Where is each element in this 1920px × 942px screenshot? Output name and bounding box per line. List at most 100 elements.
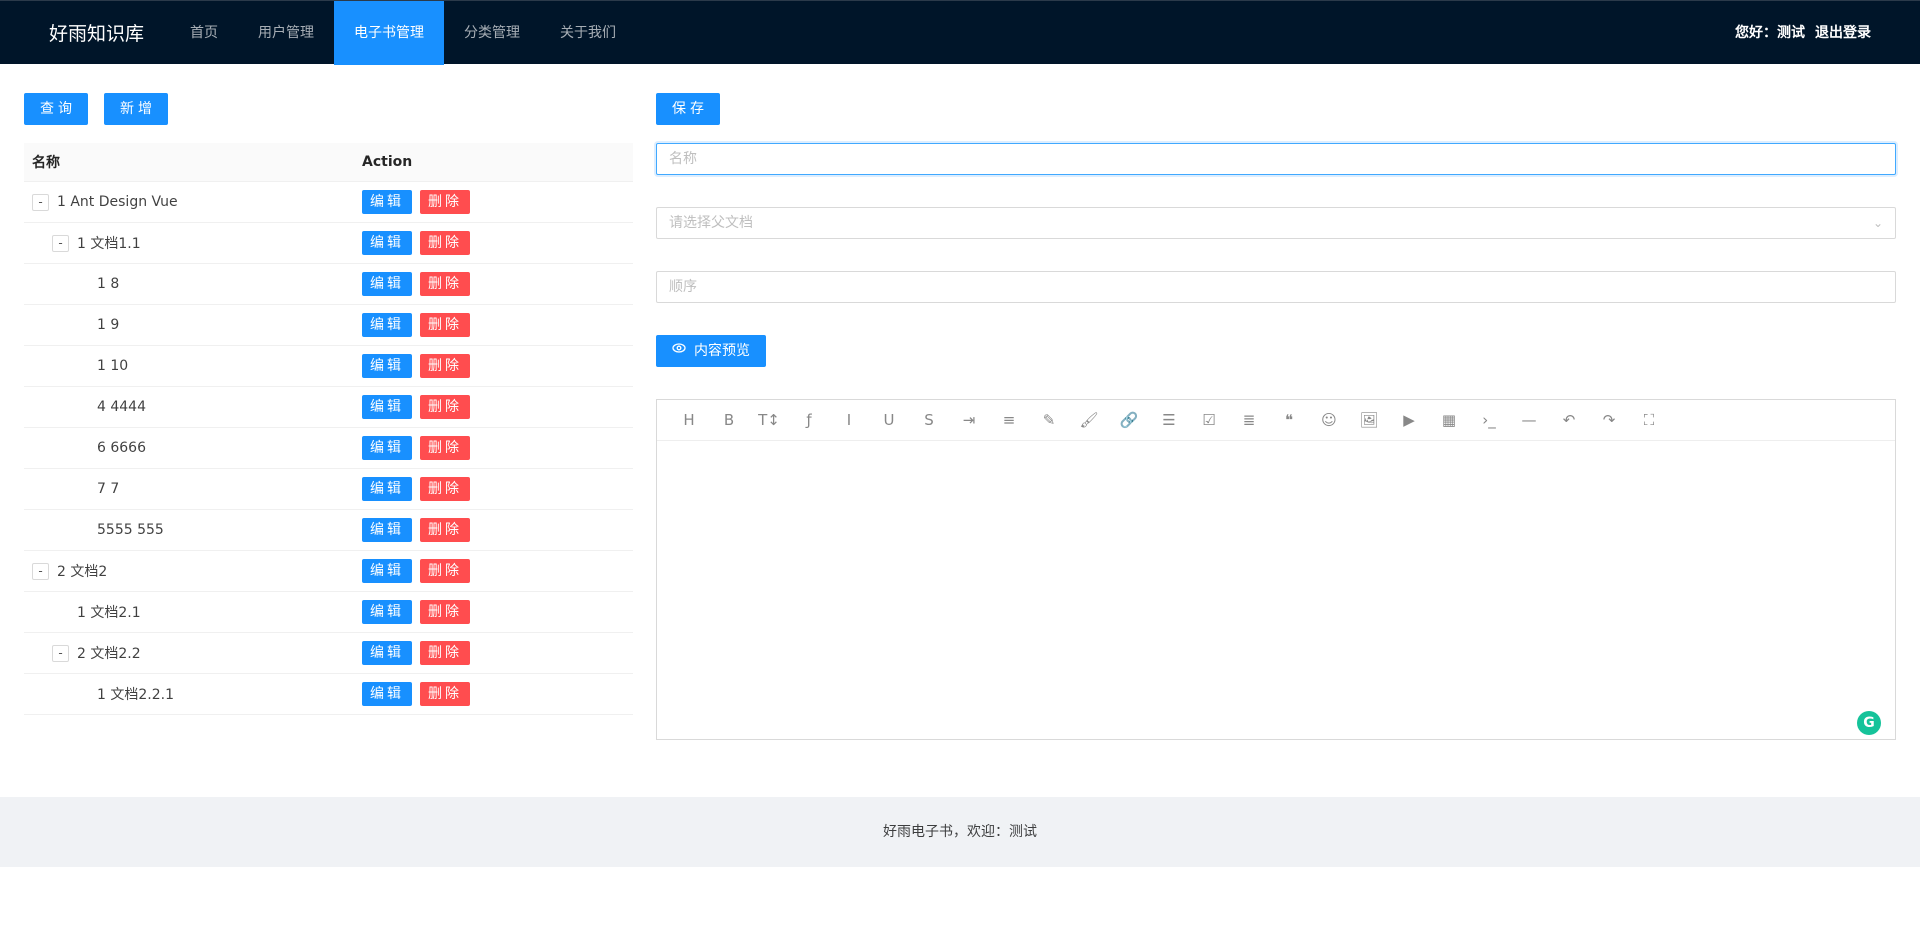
delete-button[interactable]: 删除 — [420, 395, 470, 419]
row-action-cell: 编辑 删除 — [362, 190, 470, 214]
strikethrough-icon[interactable]: S — [909, 411, 949, 429]
row-action-cell: 编辑 删除 — [362, 313, 470, 337]
table-row: -2 文档2.2 编辑 删除 — [24, 633, 633, 674]
edit-button[interactable]: 编辑 — [362, 477, 412, 501]
row-name-cell: 1 10 — [24, 358, 362, 374]
row-name-label: 1 文档2.2.1 — [97, 687, 174, 703]
row-name-cell: -1 文档1.1 — [24, 233, 362, 253]
delete-button[interactable]: 删除 — [420, 190, 470, 214]
bold-icon[interactable]: B — [709, 411, 749, 429]
edit-button[interactable]: 编辑 — [362, 641, 412, 665]
site-logo[interactable]: 好雨知识库 — [49, 19, 144, 46]
edit-button[interactable]: 编辑 — [362, 190, 412, 214]
collapse-icon[interactable]: - — [52, 644, 69, 662]
table-row: -1 文档1.1 编辑 删除 — [24, 223, 633, 264]
query-button[interactable]: 查询 — [24, 93, 88, 125]
delete-button[interactable]: 删除 — [420, 682, 470, 706]
font-icon[interactable]: ƒ — [789, 411, 829, 429]
logout-link[interactable]: 退出登录 — [1815, 1, 1871, 65]
table-row: 1 文档2.1 编辑 删除 — [24, 592, 633, 633]
edit-button[interactable]: 编辑 — [362, 231, 412, 255]
user-area: 您好：测试 退出登录 — [1735, 1, 1871, 65]
footer-text: 好雨电子书，欢迎：测试 — [883, 824, 1037, 840]
edit-button[interactable]: 编辑 — [362, 600, 412, 624]
brush-icon[interactable]: 🖌 — [1069, 411, 1109, 429]
table-row: 1 9 编辑 删除 — [24, 305, 633, 346]
align-icon[interactable]: ≡ — [989, 411, 1029, 429]
checkbox-icon[interactable]: ☑ — [1189, 411, 1229, 429]
sort-input[interactable]: 顺序 — [656, 271, 1896, 303]
parent-doc-select[interactable]: 请选择父文档 ⌄ — [656, 207, 1896, 239]
row-name-label: 4 4444 — [97, 399, 146, 415]
indent-icon[interactable]: ⇥ — [949, 411, 989, 429]
italic-icon[interactable]: I — [829, 411, 869, 429]
hr-icon[interactable]: — — [1509, 411, 1549, 429]
row-action-cell: 编辑 删除 — [362, 272, 470, 296]
delete-button[interactable]: 删除 — [420, 231, 470, 255]
collapse-icon[interactable]: - — [32, 193, 49, 211]
delete-button[interactable]: 删除 — [420, 641, 470, 665]
eye-icon — [672, 335, 686, 367]
name-input[interactable]: 名称 — [656, 143, 1896, 175]
nav-item[interactable]: 电子书管理 — [334, 1, 444, 65]
delete-button[interactable]: 删除 — [420, 477, 470, 501]
code-icon[interactable]: ›_ — [1469, 411, 1509, 429]
main-nav: 首页 用户管理 电子书管理 分类管理 关于我们 — [170, 1, 636, 65]
delete-button[interactable]: 删除 — [420, 272, 470, 296]
delete-button[interactable]: 删除 — [420, 518, 470, 542]
edit-button[interactable]: 编辑 — [362, 518, 412, 542]
edit-button[interactable]: 编辑 — [362, 559, 412, 583]
grammarly-icon[interactable]: G — [1857, 711, 1881, 735]
table-icon[interactable]: ▦ — [1429, 411, 1469, 429]
top-header: 好雨知识库 首页 用户管理 电子书管理 分类管理 关于我们 您好：测试 退出登录 — [0, 0, 1920, 65]
doc-tree-table: 名称 Action -1 Ant Design Vue 编辑 删除 -1 文档1.1 编… — [24, 143, 633, 715]
markdown-editor[interactable]: H B T↕ ƒ I U S ⇥ ≡ ✎ 🖌 🔗 ☰ ☑ ≣ ❝ ☺ 🖼 ▶ ▦ ›_ — ↶ ↷ ⛶ G — [656, 399, 1896, 740]
video-icon[interactable]: ▶ — [1389, 411, 1429, 429]
nav-item[interactable]: 分类管理 — [444, 1, 540, 65]
table-row: 5555 555 编辑 删除 — [24, 510, 633, 551]
editor-toolbar: H B T↕ ƒ I U S ⇥ ≡ ✎ 🖌 🔗 ☰ ☑ ≣ ❝ ☺ 🖼 ▶ ▦ ›_ — ↶ ↷ ⛶ — [657, 400, 1895, 441]
table-header: 名称 Action — [24, 143, 633, 182]
delete-button[interactable]: 删除 — [420, 313, 470, 337]
underline-icon[interactable]: U — [869, 411, 909, 429]
row-name-label: 1 10 — [97, 358, 129, 374]
fullscreen-icon[interactable]: ⛶ — [1629, 411, 1669, 429]
row-name-label: 2 文档2 — [57, 564, 108, 580]
edit-button[interactable]: 编辑 — [362, 313, 412, 337]
row-name-label: 1 文档1.1 — [77, 236, 141, 252]
collapse-icon[interactable]: - — [32, 562, 49, 580]
row-name-label: 1 8 — [97, 276, 120, 292]
edit-button[interactable]: 编辑 — [362, 682, 412, 706]
add-button[interactable]: 新增 — [104, 93, 168, 125]
edit-button[interactable]: 编辑 — [362, 436, 412, 460]
content-preview-label: 内容预览 — [694, 343, 750, 359]
row-name-cell: -2 文档2 — [24, 561, 362, 581]
save-button[interactable]: 保存 — [656, 93, 720, 125]
delete-button[interactable]: 删除 — [420, 354, 470, 378]
table-row: 4 4444 编辑 删除 — [24, 387, 633, 428]
emoji-icon[interactable]: ☺ — [1309, 411, 1349, 429]
image-icon[interactable]: 🖼 — [1349, 411, 1389, 429]
delete-button[interactable]: 删除 — [420, 600, 470, 624]
nav-item[interactable]: 关于我们 — [540, 1, 636, 65]
nav-item[interactable]: 首页 — [170, 1, 238, 65]
undo-icon[interactable]: ↶ — [1549, 411, 1589, 429]
pen-icon[interactable]: ✎ — [1029, 411, 1069, 429]
list-icon[interactable]: ☰ — [1149, 411, 1189, 429]
link-icon[interactable]: 🔗 — [1109, 411, 1149, 429]
edit-button[interactable]: 编辑 — [362, 395, 412, 419]
edit-button[interactable]: 编辑 — [362, 354, 412, 378]
title-size-icon[interactable]: T↕ — [749, 411, 789, 429]
table-row: -1 Ant Design Vue 编辑 删除 — [24, 182, 633, 223]
edit-button[interactable]: 编辑 — [362, 272, 412, 296]
row-name-cell: -1 Ant Design Vue — [24, 193, 362, 211]
quote-icon[interactable]: ❝ — [1269, 411, 1309, 429]
content-preview-button[interactable]: 内容预览 — [656, 335, 766, 367]
delete-button[interactable]: 删除 — [420, 559, 470, 583]
collapse-icon[interactable]: - — [52, 234, 69, 252]
nav-item[interactable]: 用户管理 — [238, 1, 334, 65]
paragraph-icon[interactable]: ≣ — [1229, 411, 1269, 429]
header-icon[interactable]: H — [669, 411, 709, 429]
redo-icon[interactable]: ↷ — [1589, 411, 1629, 429]
delete-button[interactable]: 删除 — [420, 436, 470, 460]
